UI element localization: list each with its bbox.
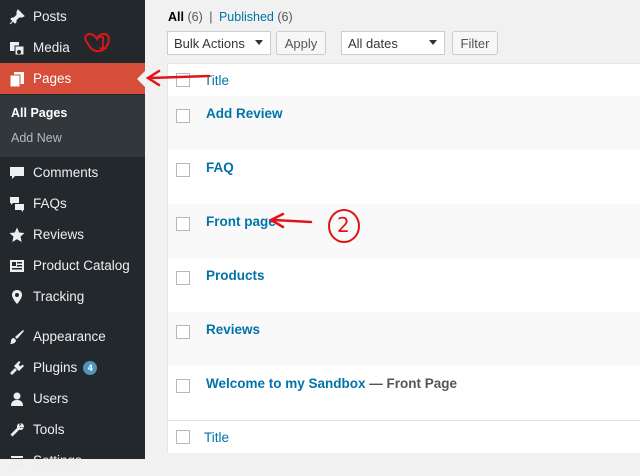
menu-label: Settings (33, 453, 82, 468)
admin-sidebar: Posts Media Pages All Pages Add New Comm… (0, 0, 145, 468)
main-content: All (6) | Published (6) Bulk Actions App… (145, 0, 640, 459)
menu-product-catalog[interactable]: Product Catalog (0, 250, 145, 281)
page-title-link[interactable]: Reviews (206, 322, 260, 337)
menu-tracking[interactable]: Tracking (0, 281, 145, 312)
page-title-link[interactable]: FAQ (206, 160, 234, 175)
apply-button[interactable]: Apply (276, 31, 326, 55)
menu-posts[interactable]: Posts (0, 1, 145, 32)
location-icon (9, 289, 25, 305)
table-header: Title (168, 64, 640, 97)
menu-label: Users (33, 391, 69, 406)
filter-all[interactable]: All (168, 10, 184, 24)
submenu-all-pages[interactable]: All Pages (11, 106, 67, 120)
chevron-down-icon (255, 40, 263, 45)
wrench-icon (9, 422, 25, 438)
pin-icon (9, 8, 25, 25)
pages-submenu: All Pages Add New (0, 95, 145, 157)
menu-label: Appearance (33, 329, 106, 344)
filter-separator: | (209, 10, 213, 24)
menu-media[interactable]: Media (0, 32, 145, 63)
plugin-icon (9, 360, 25, 376)
table-footer: Title (168, 420, 640, 453)
select-all-checkbox-footer[interactable] (176, 430, 190, 444)
table-row: Front page (168, 204, 640, 258)
bulk-actions-select[interactable]: Bulk Actions (167, 31, 271, 55)
menu-comments[interactable]: Comments (0, 157, 145, 188)
menu-pages[interactable]: Pages (0, 63, 145, 94)
menu-reviews[interactable]: Reviews (0, 219, 145, 250)
chevron-down-icon (429, 40, 437, 45)
media-icon (9, 40, 25, 56)
star-icon (9, 227, 25, 243)
menu-faqs[interactable]: FAQs (0, 188, 145, 219)
table-row: Welcome to my Sandbox — Front Page (168, 366, 640, 420)
bulk-actions-value: Bulk Actions (174, 35, 245, 51)
menu-tools[interactable]: Tools (0, 414, 145, 445)
menu-label: FAQs (33, 196, 67, 211)
filter-button[interactable]: Filter (452, 31, 498, 55)
filter-published[interactable]: Published (219, 10, 274, 24)
filter-all-count: (6) (187, 10, 203, 24)
table-row: Reviews (168, 312, 640, 366)
page-title-link[interactable]: Add Review (206, 106, 283, 121)
comments-icon (9, 165, 25, 181)
brush-icon (9, 329, 25, 345)
row-checkbox[interactable] (176, 271, 190, 285)
menu-label: Plugins (33, 360, 78, 375)
row-checkbox[interactable] (176, 109, 190, 123)
user-icon (9, 391, 25, 407)
page-title-link[interactable]: Products (206, 268, 265, 283)
menu-label: Comments (33, 165, 99, 180)
menu-label: Tracking (33, 289, 85, 304)
menu-label: Pages (33, 71, 72, 86)
menu-label: Media (33, 40, 70, 55)
status-filters: All (6) | Published (6) (168, 10, 293, 24)
menu-label: Tools (33, 422, 65, 437)
filter-published-count: (6) (277, 10, 293, 24)
menu-label: Reviews (33, 227, 85, 242)
pages-icon (9, 71, 25, 87)
menu-users[interactable]: Users (0, 383, 145, 414)
menu-appearance[interactable]: Appearance (0, 321, 145, 352)
row-checkbox[interactable] (176, 163, 190, 177)
select-all-checkbox[interactable] (176, 73, 190, 87)
update-count-badge: 4 (83, 360, 98, 375)
dates-value: All dates (348, 35, 398, 51)
menu-label: Product Catalog (33, 258, 130, 273)
dates-select[interactable]: All dates (341, 31, 445, 55)
page-title-link[interactable]: Front page (206, 214, 276, 229)
menu-settings[interactable]: Settings (0, 445, 145, 476)
column-title-footer[interactable]: Title (204, 430, 229, 445)
submenu-add-new[interactable]: Add New (11, 131, 62, 145)
menu-plugins[interactable]: Plugins 4 (0, 352, 145, 383)
faqs-icon (9, 196, 25, 212)
table-row: Products (168, 258, 640, 312)
table-row: Add Review (168, 96, 640, 150)
column-title-header[interactable]: Title (204, 73, 229, 88)
pages-table: Title Add Review FAQ Front page Products… (167, 63, 640, 453)
row-checkbox[interactable] (176, 325, 190, 339)
catalog-icon (9, 258, 25, 274)
settings-icon (9, 453, 25, 469)
menu-label: Posts (33, 9, 67, 24)
row-checkbox[interactable] (176, 379, 190, 393)
row-checkbox[interactable] (176, 217, 190, 231)
table-row: FAQ (168, 150, 640, 204)
page-title-link[interactable]: Welcome to my Sandbox — Front Page (206, 376, 457, 391)
